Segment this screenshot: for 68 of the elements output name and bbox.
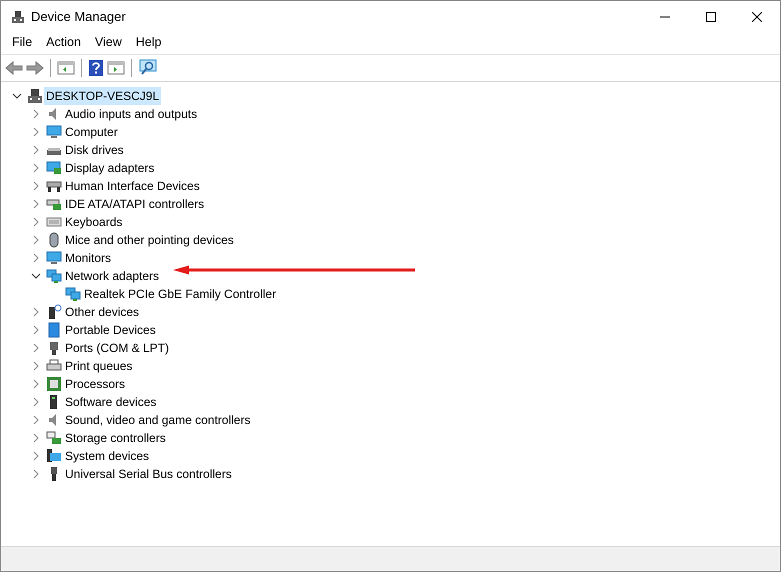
menu-item[interactable]: File — [5, 32, 40, 52]
maximize-icon — [706, 12, 716, 22]
chevron-right-icon[interactable] — [33, 235, 39, 245]
back-arrow-icon[interactable] — [5, 60, 23, 76]
tree-item[interactable]: Processors — [63, 375, 128, 393]
window-title: Device Manager — [31, 8, 126, 26]
chevron-right-icon[interactable] — [33, 451, 39, 461]
tree-item[interactable]: DESKTOP-VESCJ9L — [44, 87, 162, 105]
tree-item[interactable]: Portable Devices — [63, 321, 158, 339]
device-icon — [46, 448, 62, 464]
device-icon — [46, 250, 62, 266]
tree-item[interactable]: Print queues — [63, 357, 134, 375]
tree-item[interactable]: System devices — [63, 447, 152, 465]
tree-item[interactable]: Ports (COM & LPT) — [63, 339, 172, 357]
tree-item[interactable]: Storage controllers — [63, 429, 168, 447]
monitor-magnifier-icon[interactable] — [138, 59, 158, 77]
panel-icon[interactable] — [107, 60, 125, 76]
chevron-right-icon[interactable] — [33, 109, 39, 119]
chevron-right-icon[interactable] — [33, 181, 39, 191]
chevron-right-icon[interactable] — [33, 163, 39, 173]
device-icon — [46, 124, 62, 140]
device-icon — [27, 88, 43, 104]
device-icon — [46, 376, 62, 392]
device-icon — [46, 430, 62, 446]
tree-item[interactable]: Realtek PCIe GbE Family Controller — [82, 285, 278, 303]
chevron-right-icon[interactable] — [33, 217, 39, 227]
tree-item[interactable]: Computer — [63, 123, 120, 141]
device-icon — [46, 160, 62, 176]
tree-item[interactable]: Monitors — [63, 249, 114, 267]
tree-item[interactable]: Display adapters — [63, 159, 156, 177]
device-icon — [46, 304, 62, 320]
tree-item[interactable]: Software devices — [63, 393, 158, 411]
tree-item[interactable]: Disk drives — [63, 141, 126, 159]
tree-item[interactable]: Mice and other pointing devices — [63, 231, 236, 249]
chevron-right-icon[interactable] — [33, 415, 39, 425]
chevron-right-icon[interactable] — [33, 307, 39, 317]
device-icon — [46, 322, 62, 338]
chevron-down-icon[interactable] — [12, 93, 22, 99]
tree-item[interactable]: Keyboards — [63, 213, 124, 231]
chevron-right-icon[interactable] — [33, 343, 39, 353]
chevron-right-icon[interactable] — [33, 469, 39, 479]
device-icon — [46, 268, 62, 284]
tree-item[interactable]: IDE ATA/ATAPI controllers — [63, 195, 206, 213]
menu-item[interactable]: Help — [128, 32, 168, 52]
chevron-right-icon[interactable] — [33, 433, 39, 443]
device-manager-icon — [11, 10, 25, 24]
panel-icon[interactable] — [57, 60, 75, 76]
close-icon — [752, 12, 762, 22]
menu-item[interactable]: View — [88, 32, 129, 52]
chevron-right-icon[interactable] — [33, 145, 39, 155]
chevron-right-icon[interactable] — [33, 253, 39, 263]
help-icon[interactable] — [88, 59, 104, 77]
chevron-right-icon[interactable] — [33, 397, 39, 407]
device-icon — [65, 286, 81, 302]
tree-item[interactable]: Human Interface Devices — [63, 177, 202, 195]
tree-item[interactable]: Network adapters — [63, 267, 162, 285]
chevron-right-icon[interactable] — [33, 127, 39, 137]
chevron-right-icon[interactable] — [33, 199, 39, 209]
chevron-down-icon[interactable] — [31, 273, 41, 279]
tree-item[interactable]: Universal Serial Bus controllers — [63, 465, 234, 483]
tree-item[interactable]: Sound, video and game controllers — [63, 411, 252, 429]
tree-item[interactable]: Audio inputs and outputs — [63, 105, 200, 123]
chevron-right-icon[interactable] — [33, 361, 39, 371]
tree-item[interactable]: Other devices — [63, 303, 142, 321]
forward-arrow-icon[interactable] — [26, 60, 44, 76]
chevron-right-icon[interactable] — [33, 379, 39, 389]
menu-item[interactable]: Action — [39, 32, 88, 52]
chevron-right-icon[interactable] — [33, 325, 39, 335]
